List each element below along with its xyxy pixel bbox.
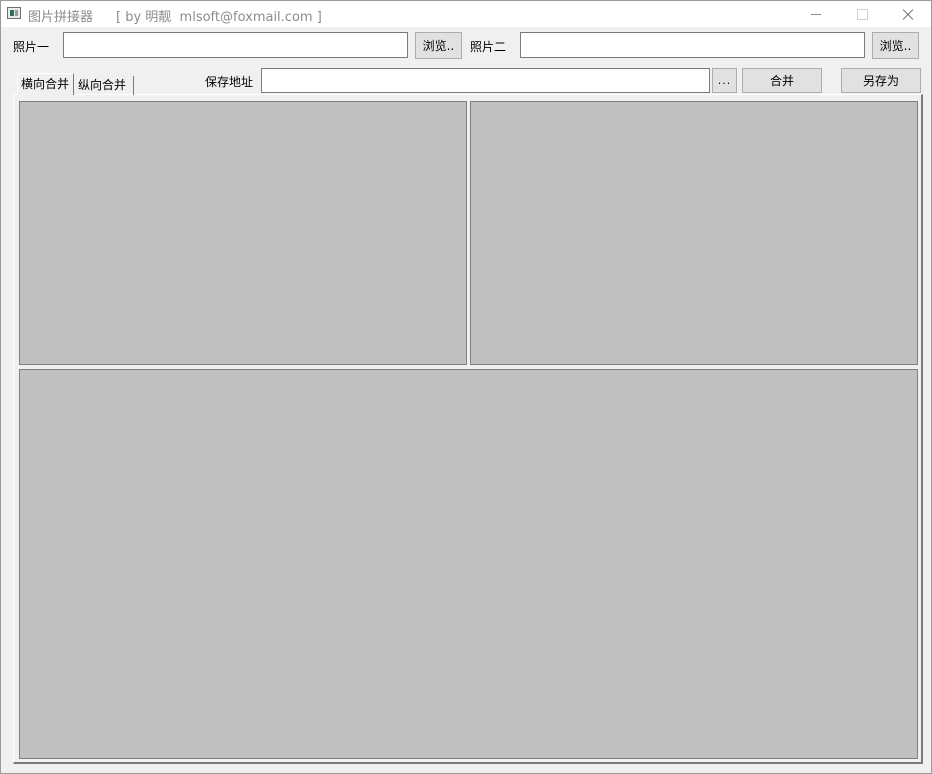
photo2-label: 照片二 <box>470 40 507 54</box>
save-path-input[interactable] <box>261 68 710 93</box>
merge-button[interactable]: 合并 <box>742 68 822 93</box>
photo1-preview <box>19 101 467 365</box>
photo1-path-input[interactable] <box>63 32 408 58</box>
merged-preview <box>19 369 918 759</box>
app-window: 图片拼接器 [ by 明靓 mlsoft@foxmail.com ] 照片一 浏… <box>0 0 932 774</box>
tab-vertical-merge[interactable]: 纵向合并 <box>75 76 134 95</box>
photo2-path-input[interactable] <box>520 32 865 58</box>
photo2-browse-button[interactable]: 浏览.. <box>872 32 919 59</box>
photo1-label: 照片一 <box>13 40 50 54</box>
window-subtitle: [ by 明靓 mlsoft@foxmail.com ] <box>116 10 322 25</box>
close-icon[interactable] <box>885 1 931 27</box>
save-as-button[interactable]: 另存为 <box>841 68 921 93</box>
app-icon <box>7 7 21 19</box>
tab-horizontal-merge[interactable]: 横向合并 <box>17 73 74 95</box>
photo2-preview <box>470 101 918 365</box>
minimize-icon[interactable] <box>793 1 839 27</box>
window-title: 图片拼接器 <box>28 10 94 25</box>
maximize-icon[interactable] <box>839 1 885 27</box>
merge-tab-panel <box>13 94 923 764</box>
photo1-browse-button[interactable]: 浏览.. <box>415 32 462 59</box>
save-path-pick-button[interactable]: ... <box>712 68 737 93</box>
save-path-label: 保存地址 <box>205 75 254 89</box>
title-bar[interactable]: 图片拼接器 [ by 明靓 mlsoft@foxmail.com ] <box>1 1 931 27</box>
